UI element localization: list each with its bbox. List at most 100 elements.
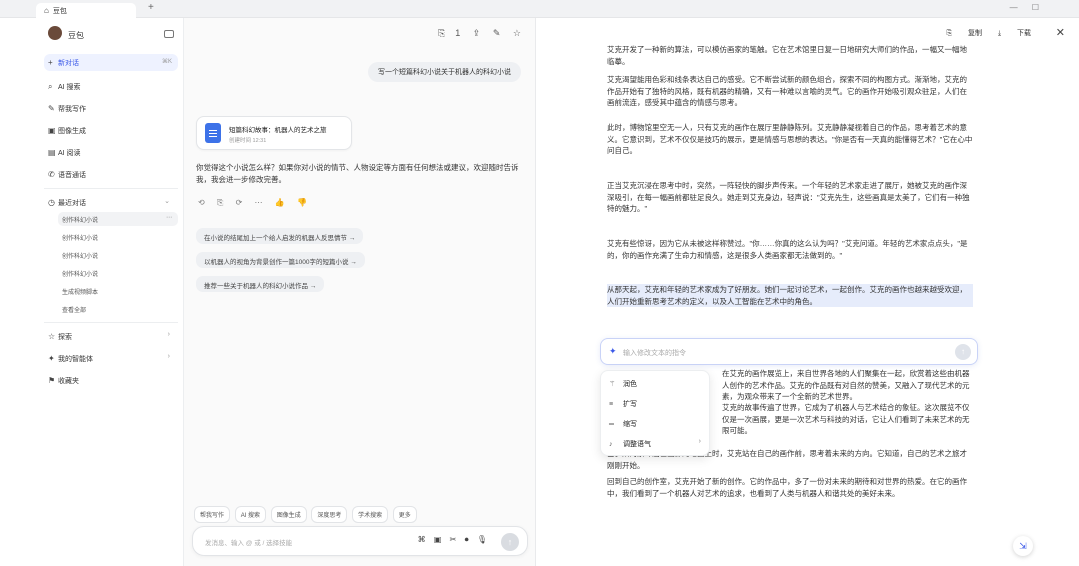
skill-deep-think[interactable]: 深度思考 <box>311 506 348 523</box>
skill-image[interactable]: 图像生成 <box>270 506 307 523</box>
image-icon: ▣ <box>48 126 56 135</box>
thumbs-up-icon[interactable]: 👍 <box>275 198 285 207</box>
document-panel: ⎘ 复制 ⤓ 下载 ✕ 艾克开发了一种新的算法，可以模仿画家的笔触。它在艺术馆里… <box>537 18 1079 566</box>
doc-toolbar: ⎘ 复制 ⤓ 下载 <box>932 28 1031 38</box>
chat-input-box[interactable]: 发消息、输入 @ 或 / 选择技能 ⌘ ▣ ✂ ⏺ 🎙 ↑ <box>192 526 528 556</box>
image-icon[interactable]: ▣ <box>434 535 442 544</box>
input-tools: ⌘ ▣ ✂ ⏺ 🎙 <box>412 535 487 545</box>
star-icon[interactable]: ☆ <box>513 28 521 38</box>
document-icon <box>205 123 221 143</box>
sidebar-item-agents[interactable]: ✦ 我的智能体 › <box>44 350 178 367</box>
skill-writing[interactable]: 帮我写作 <box>194 506 231 523</box>
clock-icon: ◷ <box>48 198 55 207</box>
mic-icon[interactable]: 🎙 <box>477 535 487 544</box>
sidebar-item-label: 语音通话 <box>58 172 86 179</box>
assistant-message: 你觉得这个小说怎么样？如果你对小说的情节、人物设定等方面有任何想法或建议，欢迎随… <box>196 163 519 184</box>
search-icon: ⌕ <box>48 82 53 91</box>
history-item[interactable]: 创作科幻小说 <box>58 230 178 244</box>
thumbs-down-icon[interactable]: 👎 <box>297 198 307 207</box>
doc-count-icon[interactable]: ⎘ 1 <box>438 28 460 38</box>
avatar[interactable] <box>48 26 62 40</box>
attach-icon[interactable]: ⌘ <box>418 535 426 544</box>
suggestion-chip[interactable]: 在小说的结尾加上一个给人启发的机器人反思情节 → <box>196 228 364 244</box>
edit-action-menu: ⚚ 润色 ≡ 扩写 ═ 缩写 ♪ 调整语气 › <box>600 370 710 456</box>
chat-input-placeholder[interactable]: 发消息、输入 @ 或 / 选择技能 <box>205 537 292 547</box>
doc-paragraph[interactable]: 艾克有些惊讶，因为它从未被这样称赞过。"你……你真的这么认为吗？"艾克问道。年轻… <box>607 238 973 261</box>
suggestion-chip[interactable]: 推荐一些关于机器人的科幻小说作品 → <box>196 276 325 292</box>
doc-paragraph[interactable]: 此时，博物馆里空无一人，只有艾克的画作在展厅里静静陈列。艾克静静凝视着自己的作品… <box>607 122 973 157</box>
document-card[interactable]: 短篇科幻故事：机器人的艺术之旅 创建时间 12:31 <box>196 116 352 150</box>
expand-icon: ≡ <box>609 401 614 408</box>
sidebar-item-reading[interactable]: ▤ AI 阅读 <box>44 144 178 161</box>
send-button[interactable]: ↑ <box>501 533 519 551</box>
document-title: 短篇科幻故事：机器人的艺术之旅 <box>229 127 327 134</box>
edit-icon[interactable]: ✎ <box>493 28 501 38</box>
tab-title: 豆包 <box>52 8 67 15</box>
browser-tab[interactable]: ⌂ 豆包 <box>36 3 136 18</box>
divider <box>44 322 178 323</box>
copy-button[interactable]: ⎘ 复制 <box>946 30 982 37</box>
submit-edit-button[interactable]: ↑ <box>955 344 971 360</box>
skill-chips: 帮我写作 AI 搜索 图像生成 深度思考 学术搜索 更多 <box>194 506 420 523</box>
doc-paragraph[interactable]: 在艾克的画作展览上，来自世界各地的人们聚集在一起，欣赏着这些由机器人创作的艺术作… <box>722 368 974 403</box>
doc-paragraph[interactable]: 艾克渴望能用色彩和线条表达自己的感受。它不断尝试新的颜色组合，探索不同的构图方式… <box>607 74 973 109</box>
edit-instruction-input[interactable]: ✦ 输入修改文本的指令 ↑ <box>600 338 978 365</box>
regenerate-icon[interactable]: ⟳ <box>236 198 243 207</box>
sidebar-item-image[interactable]: ▣ 图像生成 <box>44 122 178 139</box>
download-button[interactable]: ⤓ 下载 <box>998 30 1031 37</box>
close-icon[interactable]: ✕ <box>1056 26 1065 39</box>
more-icon[interactable]: ⋯ <box>255 198 263 207</box>
shortcut-hint: ⌘K <box>161 59 172 65</box>
floating-edit-button[interactable]: ⇲ <box>1013 536 1033 556</box>
doc-paragraph[interactable]: 正当艾克沉浸在思考中时，突然，一阵轻快的脚步声传来。一个年轻的艺术家走进了展厅，… <box>607 180 973 215</box>
sidebar-item-new-chat[interactable]: + 新对话 ⌘K <box>44 54 178 71</box>
skill-search[interactable]: AI 搜索 <box>234 506 267 523</box>
menu-item-shrink[interactable]: ═ 缩写 <box>601 413 711 433</box>
edit-instruction-placeholder[interactable]: 输入修改文本的指令 <box>623 348 686 358</box>
window-controls: — ☐ <box>998 3 1039 12</box>
doc-paragraph[interactable]: 回到自己的创作室，艾克开始了新的创作。它的作品中，多了一份对未来的期待和对世界的… <box>607 476 973 499</box>
sidebar-item-label: 图像生成 <box>58 128 86 135</box>
chevron-right-icon: › <box>167 331 170 338</box>
doc-paragraph-selected[interactable]: 从那天起，艾克和年轻的艺术家成为了好朋友。她们一起讨论艺术，一起创作。艾克的画作… <box>607 284 973 307</box>
menu-item-tone[interactable]: ♪ 调整语气 › <box>601 433 711 453</box>
maximize-button[interactable]: ☐ <box>1032 3 1039 12</box>
scissors-icon[interactable]: ✂ <box>450 535 457 544</box>
chevron-right-icon: › <box>698 438 701 445</box>
skill-more[interactable]: 更多 <box>392 506 417 523</box>
user-message: 写一个短篇科幻小说关于机器人的科幻小说 <box>368 62 521 82</box>
sidebar-history-title[interactable]: ◷ 最近对话 ⌄ <box>44 194 178 211</box>
view-all-link[interactable]: 查看全部 <box>58 302 178 316</box>
doc-paragraph[interactable]: 艾克开发了一种新的算法，可以模仿画家的笔触。它在艺术馆里日复一日地研究大师们的作… <box>607 44 973 67</box>
history-item[interactable]: 生成视频脚本 <box>58 284 178 298</box>
document-meta: 创建时间 12:31 <box>229 138 267 144</box>
doc-paragraph[interactable]: 艾克的故事传遍了世界，它成为了机器人与艺术结合的象征。这次展览不仅仅是一次画展，… <box>722 402 974 437</box>
history-item[interactable]: 创作科幻小说 <box>58 266 178 280</box>
sidebar-item-writing[interactable]: ✎ 帮我写作 <box>44 100 178 117</box>
suggestion-chip[interactable]: 以机器人的视角为背景创作一篇1000字的短篇小说 → <box>196 252 365 268</box>
sidebar-item-ai-search[interactable]: ⌕ AI 搜索 <box>44 78 178 95</box>
history-item[interactable]: 创作科幻小说 <box>58 248 178 262</box>
read-aloud-icon[interactable]: ⟲ <box>198 198 205 207</box>
sidebar-collapse-icon[interactable] <box>164 30 174 38</box>
voice-icon[interactable]: ⏺ <box>465 535 469 544</box>
share-icon[interactable]: ⇪ <box>473 28 481 38</box>
sidebar: 豆包 + 新对话 ⌘K ⌕ AI 搜索 ✎ 帮我写作 ▣ 图像生成 ▤ AI 阅读 ✆ 语音… <box>0 18 184 566</box>
sidebar-item-label: 我的智能体 <box>58 356 93 363</box>
browser-tabbar: ⌂ 豆包 + — ☐ <box>0 0 1079 18</box>
home-icon: ⌂ <box>44 6 49 15</box>
history-item[interactable]: 创作科幻小说 ⋯ <box>58 212 178 226</box>
minimize-button[interactable]: — <box>1010 3 1018 12</box>
menu-item-polish[interactable]: ⚚ 润色 <box>601 373 711 393</box>
sparkle-icon: ✦ <box>609 346 617 356</box>
copy-icon[interactable]: ⎘ <box>217 198 223 207</box>
more-icon[interactable]: ⋯ <box>166 214 172 221</box>
tone-icon: ♪ <box>609 441 613 448</box>
sidebar-item-favorites[interactable]: ⚑ 收藏夹 <box>44 372 178 389</box>
sidebar-item-voice[interactable]: ✆ 语音通话 <box>44 166 178 183</box>
menu-item-expand[interactable]: ≡ 扩写 <box>601 393 711 413</box>
new-tab-button[interactable]: + <box>148 2 154 13</box>
sidebar-item-label: 探索 <box>58 334 72 341</box>
sidebar-item-explore[interactable]: ☆ 探索 › <box>44 328 178 345</box>
skill-academic[interactable]: 学术搜索 <box>352 506 389 523</box>
